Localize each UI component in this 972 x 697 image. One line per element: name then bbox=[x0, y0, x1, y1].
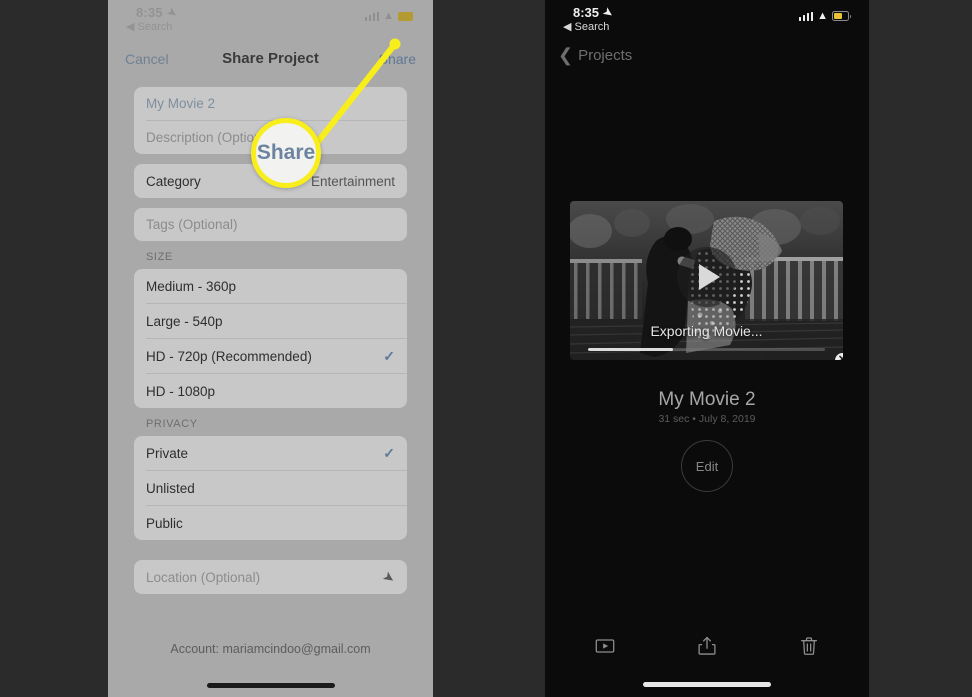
left-status-bar: 8:35 ➤ ◀ Search ▲ bbox=[108, 0, 433, 40]
location-arrow-icon: ➤ bbox=[600, 5, 615, 21]
account-text: Account: mariamcindoo@gmail.com bbox=[170, 642, 371, 656]
left-navbar: Cancel Share Project Share bbox=[108, 40, 433, 77]
tags-card[interactable]: Tags (Optional) bbox=[134, 208, 407, 241]
category-label: Category bbox=[146, 173, 201, 189]
privacy-options-card: Private ✓ Unlisted Public bbox=[134, 436, 407, 540]
export-status-label: Exporting Movie... bbox=[650, 323, 763, 339]
magnified-share-label: Share bbox=[256, 141, 316, 164]
location-input[interactable]: Location (Optional) bbox=[146, 570, 260, 585]
left-phone-share-sheet: 8:35 ➤ ◀ Search ▲ Cancel Share Project S… bbox=[108, 0, 433, 697]
status-time: 8:35 ➤ bbox=[573, 5, 615, 21]
location-arrow-icon: ➤ bbox=[164, 5, 179, 21]
share-icon[interactable] bbox=[696, 635, 718, 657]
project-title: My Movie 2 bbox=[658, 389, 756, 410]
status-time-text: 8:35 bbox=[136, 5, 163, 20]
export-progress-bar bbox=[588, 348, 825, 351]
location-row[interactable]: Location (Optional) ➤ bbox=[134, 560, 407, 594]
status-time: 8:35 ➤ bbox=[136, 5, 179, 21]
status-indicators: ▲ bbox=[364, 10, 413, 22]
status-back-app[interactable]: ◀ Search bbox=[126, 20, 172, 33]
cancel-button[interactable]: Cancel bbox=[125, 51, 169, 67]
status-time-text: 8:35 bbox=[573, 5, 600, 20]
category-value: Entertainment bbox=[310, 173, 395, 189]
privacy-option-unlisted[interactable]: Unlisted bbox=[134, 471, 407, 505]
size-option-large[interactable]: Large - 540p bbox=[134, 304, 407, 338]
size-option-label: HD - 1080p bbox=[146, 383, 216, 399]
tags-input[interactable]: Tags (Optional) bbox=[134, 208, 407, 241]
battery-icon bbox=[398, 11, 413, 21]
edit-button[interactable]: Edit bbox=[681, 440, 733, 492]
check-icon: ✓ bbox=[383, 347, 395, 364]
size-option-label: HD - 720p (Recommended) bbox=[146, 348, 312, 364]
screenshot-stage: 8:35 ➤ ◀ Search ▲ Cancel Share Project S… bbox=[0, 0, 972, 697]
export-progress-fill bbox=[588, 348, 674, 351]
signal-bars-icon bbox=[798, 11, 814, 21]
back-to-projects-button[interactable]: ❮ Projects bbox=[545, 40, 869, 70]
check-icon: ✓ bbox=[383, 444, 395, 461]
play-button-overlay[interactable] bbox=[676, 247, 737, 308]
right-phone-project-detail: 8:35 ➤ ◀ Search ▲ ❮ Projects Exporting M… bbox=[545, 0, 869, 697]
bottom-toolbar bbox=[545, 631, 869, 661]
privacy-option-label: Private bbox=[146, 445, 189, 461]
share-magnifier-callout: Share bbox=[251, 118, 321, 188]
battery-icon bbox=[832, 11, 851, 21]
back-label: Projects bbox=[578, 46, 633, 64]
size-option-hd1080[interactable]: HD - 1080p bbox=[134, 374, 407, 408]
size-option-medium[interactable]: Medium - 360p bbox=[134, 269, 407, 303]
chevron-left-icon: ❮ bbox=[558, 45, 574, 65]
wifi-icon: ▲ bbox=[817, 10, 828, 22]
size-options-card: Medium - 360p Large - 540p HD - 720p (Re… bbox=[134, 269, 407, 408]
play-icon bbox=[698, 264, 720, 291]
wifi-icon: ▲ bbox=[383, 10, 394, 22]
size-section-header: SIZE bbox=[146, 251, 173, 263]
privacy-option-label: Public bbox=[146, 515, 183, 531]
location-card[interactable]: Location (Optional) ➤ bbox=[134, 560, 407, 594]
signal-bars-icon bbox=[364, 11, 380, 21]
project-title-input[interactable]: My Movie 2 bbox=[134, 87, 407, 120]
privacy-option-public[interactable]: Public bbox=[134, 506, 407, 540]
location-arrow-icon[interactable]: ➤ bbox=[379, 567, 399, 588]
project-meta: 31 sec • July 8, 2019 bbox=[658, 413, 756, 425]
status-back-app[interactable]: ◀ Search bbox=[563, 20, 609, 33]
size-option-label: Medium - 360p bbox=[146, 278, 237, 294]
privacy-option-private[interactable]: Private ✓ bbox=[134, 436, 407, 470]
video-thumbnail[interactable]: Exporting Movie... ✕ bbox=[570, 201, 843, 360]
size-option-label: Large - 540p bbox=[146, 313, 223, 329]
share-button[interactable]: Share bbox=[379, 51, 416, 67]
home-indicator bbox=[643, 682, 771, 687]
home-indicator bbox=[206, 683, 335, 688]
right-status-bar: 8:35 ➤ ◀ Search ▲ bbox=[545, 0, 869, 40]
size-option-hd720[interactable]: HD - 720p (Recommended) ✓ bbox=[134, 339, 407, 373]
edit-label: Edit bbox=[695, 458, 719, 474]
privacy-section-header: PRIVACY bbox=[146, 418, 198, 430]
status-indicators: ▲ bbox=[798, 10, 851, 22]
privacy-option-label: Unlisted bbox=[146, 480, 195, 496]
play-video-icon[interactable] bbox=[594, 635, 616, 657]
trash-icon[interactable] bbox=[798, 635, 820, 657]
